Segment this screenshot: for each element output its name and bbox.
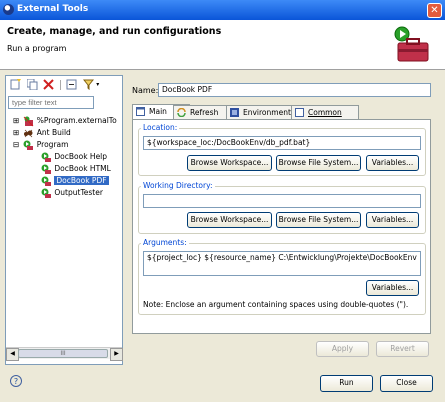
run-button[interactable]: Run: [320, 375, 373, 392]
working-directory-field[interactable]: [143, 194, 421, 208]
location-field[interactable]: ${workspace_loc:/DocBookEnv/db_pdf.bat}: [143, 136, 421, 150]
apply-button[interactable]: Apply: [316, 341, 369, 357]
main-tab-icon: [136, 107, 145, 116]
tree-item-docbook-pdf[interactable]: DocBook PDF: [13, 175, 117, 187]
arguments-note: Note: Enclose an argument containing spa…: [143, 300, 409, 309]
close-window-button[interactable]: ✕: [427, 3, 442, 18]
location-browse-workspace-button[interactable]: Browse Workspace...: [187, 155, 272, 171]
configuration-tree: ⊞ %Program.externalTo ⊞ Ant Build ⊟ Prog…: [13, 115, 117, 199]
tree-item-docbook-html[interactable]: DocBook HTML: [13, 163, 117, 175]
working-directory-label: Working Directory:: [141, 181, 215, 190]
location-label: Location:: [141, 123, 180, 132]
toolbox-icon: [394, 26, 429, 62]
name-field[interactable]: DocBook PDF: [158, 83, 431, 97]
location-browse-filesystem-button[interactable]: Browse File System...: [276, 155, 361, 171]
tree-item-program[interactable]: ⊟ Program: [13, 139, 117, 151]
arguments-label: Arguments:: [141, 238, 189, 247]
tab-bar: Main Refresh Environment Common: [132, 104, 432, 121]
tree-item-program-externaltools[interactable]: ⊞ %Program.externalTo: [13, 115, 117, 127]
collapse-all-icon[interactable]: [66, 79, 77, 90]
close-button[interactable]: Close: [380, 375, 433, 392]
filter-input[interactable]: [8, 96, 94, 109]
scroll-thumb[interactable]: III: [18, 349, 108, 358]
common-icon: [295, 108, 304, 117]
revert-button[interactable]: Revert: [376, 341, 429, 357]
new-configuration-icon[interactable]: [10, 79, 21, 90]
environment-icon: [230, 108, 239, 117]
program-icon: [41, 176, 51, 186]
tab-common[interactable]: Common: [291, 105, 359, 120]
collapse-icon[interactable]: ⊟: [13, 139, 21, 151]
tree-item-docbook-help[interactable]: DocBook Help: [13, 151, 117, 163]
program-icon: [41, 152, 51, 162]
external-tools-icon: [24, 116, 34, 126]
ant-icon: [24, 129, 33, 137]
horizontal-scrollbar[interactable]: ◀ III ▶: [6, 347, 123, 361]
workdir-variables-button[interactable]: Variables...: [366, 212, 419, 228]
location-variables-button[interactable]: Variables...: [366, 155, 419, 171]
title-bar: External Tools ✕: [0, 0, 445, 20]
left-toolbar: ▾: [10, 79, 99, 90]
filter-dropdown-icon[interactable]: ▾: [96, 81, 99, 88]
refresh-icon: [177, 108, 186, 117]
expand-icon[interactable]: ⊞: [13, 127, 21, 139]
arguments-field[interactable]: ${project_loc} ${resource_name} C:\Entwi…: [143, 251, 421, 276]
scroll-right-button[interactable]: ▶: [110, 348, 123, 361]
filter-icon[interactable]: [82, 79, 94, 90]
name-label: Name:: [132, 86, 159, 95]
program-icon: [41, 188, 51, 198]
header-subtitle: Run a program: [7, 44, 67, 53]
help-icon[interactable]: ?: [10, 375, 22, 387]
window-title: External Tools: [17, 4, 89, 14]
eclipse-icon: [3, 4, 14, 15]
delete-icon[interactable]: [43, 79, 54, 90]
tree-item-ant-build[interactable]: ⊞ Ant Build: [13, 127, 117, 139]
expand-icon[interactable]: ⊞: [13, 115, 21, 127]
tree-item-outputtester[interactable]: OutputTester: [13, 187, 117, 199]
duplicate-icon[interactable]: [26, 79, 38, 90]
workdir-browse-filesystem-button[interactable]: Browse File System...: [276, 212, 361, 228]
arguments-variables-button[interactable]: Variables...: [366, 280, 419, 296]
header-title: Create, manage, and run configurations: [7, 26, 222, 37]
program-icon: [23, 140, 34, 150]
program-icon: [41, 164, 51, 174]
workdir-browse-workspace-button[interactable]: Browse Workspace...: [187, 212, 272, 228]
dialog-header: Create, manage, and run configurations R…: [0, 20, 445, 70]
